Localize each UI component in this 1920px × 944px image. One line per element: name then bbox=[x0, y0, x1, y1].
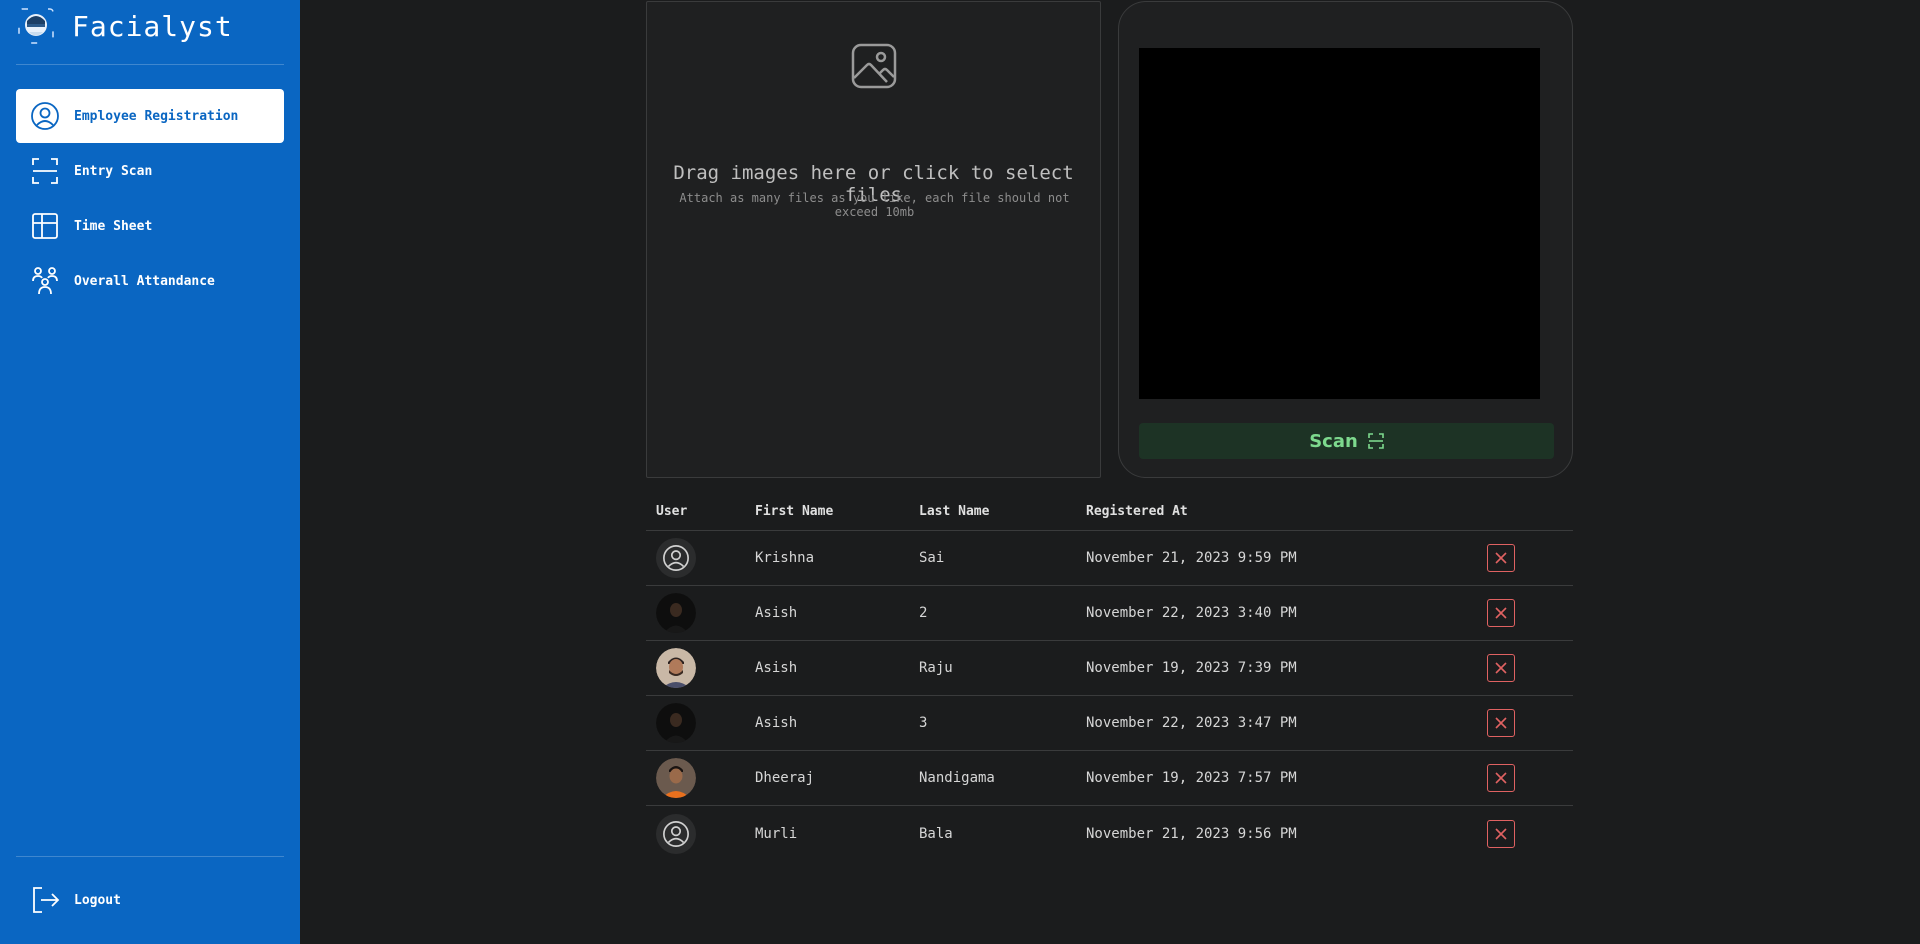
avatar bbox=[656, 648, 696, 688]
sidebar-item-label: Overall Attandance bbox=[74, 273, 215, 289]
sidebar-item-label: Time Sheet bbox=[74, 218, 153, 234]
user-circle-icon bbox=[663, 820, 689, 847]
column-header-first-name: First Name bbox=[755, 504, 834, 519]
close-icon bbox=[1495, 717, 1507, 729]
close-icon bbox=[1495, 772, 1507, 784]
brand[interactable]: Facialyst bbox=[18, 6, 233, 46]
logout-button[interactable]: Logout bbox=[16, 873, 284, 927]
table-row: Asish 3 November 22, 2023 3:47 PM bbox=[646, 696, 1573, 751]
sidebar-item-employee-registration[interactable]: Employee Registration bbox=[16, 89, 284, 143]
user-photo bbox=[656, 648, 696, 688]
delete-button[interactable] bbox=[1487, 599, 1515, 627]
user-circle-icon bbox=[30, 101, 60, 131]
sidebar-item-label: Entry Scan bbox=[74, 163, 153, 179]
first-name-cell: Asish bbox=[755, 605, 798, 621]
avatar bbox=[656, 538, 696, 578]
brand-name: Facialyst bbox=[72, 9, 233, 43]
camera-preview bbox=[1139, 48, 1540, 399]
table-row: Asish Raju November 19, 2023 7:39 PM bbox=[646, 641, 1573, 696]
first-name-cell: Murli bbox=[755, 825, 798, 842]
registered-at-cell: November 22, 2023 3:47 PM bbox=[1086, 715, 1297, 731]
sidebar: Facialyst Employee Registration Entry Sc… bbox=[0, 0, 300, 944]
scan-button[interactable]: Scan bbox=[1139, 423, 1554, 459]
close-icon bbox=[1495, 552, 1507, 564]
delete-button[interactable] bbox=[1487, 819, 1515, 848]
user-photo bbox=[656, 758, 696, 798]
delete-button[interactable] bbox=[1487, 764, 1515, 792]
sidebar-item-label: Employee Registration bbox=[74, 108, 239, 124]
registered-at-cell: November 21, 2023 9:59 PM bbox=[1086, 550, 1297, 566]
scan-frame-icon bbox=[30, 156, 60, 186]
dropzone-hint: Attach as many files as you like, each f… bbox=[679, 191, 1070, 219]
table-header: User First Name Last Name Registered At bbox=[646, 493, 1573, 531]
registered-at-cell: November 19, 2023 7:57 PM bbox=[1086, 770, 1297, 786]
column-header-last-name: Last Name bbox=[919, 504, 990, 519]
facialyst-logo-icon bbox=[18, 8, 54, 44]
image-dropzone[interactable]: Drag images here or click to select file… bbox=[646, 1, 1101, 478]
scan-button-label: Scan bbox=[1309, 430, 1358, 452]
table-row: Asish 2 November 22, 2023 3:40 PM bbox=[646, 586, 1573, 641]
sidebar-item-overall-attandance[interactable]: Overall Attandance bbox=[16, 254, 284, 308]
table-row: Krishna Sai November 21, 2023 9:59 PM bbox=[646, 531, 1573, 586]
avatar bbox=[656, 703, 696, 743]
last-name-cell: Raju bbox=[919, 660, 953, 676]
user-photo bbox=[656, 703, 696, 743]
last-name-cell: Sai bbox=[919, 550, 945, 566]
column-header-user: User bbox=[656, 504, 688, 519]
close-icon bbox=[1495, 827, 1507, 840]
table-grid-icon bbox=[30, 211, 60, 241]
delete-button[interactable] bbox=[1487, 709, 1515, 737]
delete-button[interactable] bbox=[1487, 654, 1515, 682]
last-name-cell: Bala bbox=[919, 825, 953, 842]
registered-at-cell: November 21, 2023 9:56 PM bbox=[1086, 825, 1297, 842]
first-name-cell: Krishna bbox=[755, 550, 815, 566]
user-circle-icon bbox=[663, 545, 689, 571]
last-name-cell: Nandigama bbox=[919, 770, 995, 786]
sidebar-item-time-sheet[interactable]: Time Sheet bbox=[16, 199, 284, 253]
avatar bbox=[656, 758, 696, 798]
logout-icon bbox=[30, 885, 60, 915]
registered-at-cell: November 22, 2023 3:40 PM bbox=[1086, 605, 1297, 621]
table-row: Dheeraj Nandigama November 19, 2023 7:57… bbox=[646, 751, 1573, 806]
last-name-cell: 3 bbox=[919, 715, 928, 731]
first-name-cell: Asish bbox=[755, 715, 798, 731]
sidebar-divider bbox=[16, 856, 284, 857]
logout-label: Logout bbox=[74, 892, 121, 908]
first-name-cell: Dheeraj bbox=[755, 770, 815, 786]
scan-icon bbox=[1367, 433, 1384, 449]
last-name-cell: 2 bbox=[919, 605, 928, 621]
close-icon bbox=[1495, 607, 1507, 619]
image-icon bbox=[851, 43, 897, 89]
table-row: Murli Bala November 21, 2023 9:56 PM bbox=[646, 806, 1573, 861]
sidebar-item-entry-scan[interactable]: Entry Scan bbox=[16, 144, 284, 198]
avatar bbox=[656, 813, 696, 854]
camera-panel: Scan bbox=[1118, 1, 1573, 478]
delete-button[interactable] bbox=[1487, 544, 1515, 572]
avatar bbox=[656, 593, 696, 633]
users-group-icon bbox=[30, 266, 60, 296]
user-photo bbox=[656, 593, 696, 633]
registered-at-cell: November 19, 2023 7:39 PM bbox=[1086, 660, 1297, 676]
close-icon bbox=[1495, 662, 1507, 674]
column-header-registered-at: Registered At bbox=[1086, 504, 1188, 519]
first-name-cell: Asish bbox=[755, 660, 798, 676]
sidebar-divider bbox=[16, 64, 284, 65]
employee-table: User First Name Last Name Registered At … bbox=[646, 493, 1573, 861]
